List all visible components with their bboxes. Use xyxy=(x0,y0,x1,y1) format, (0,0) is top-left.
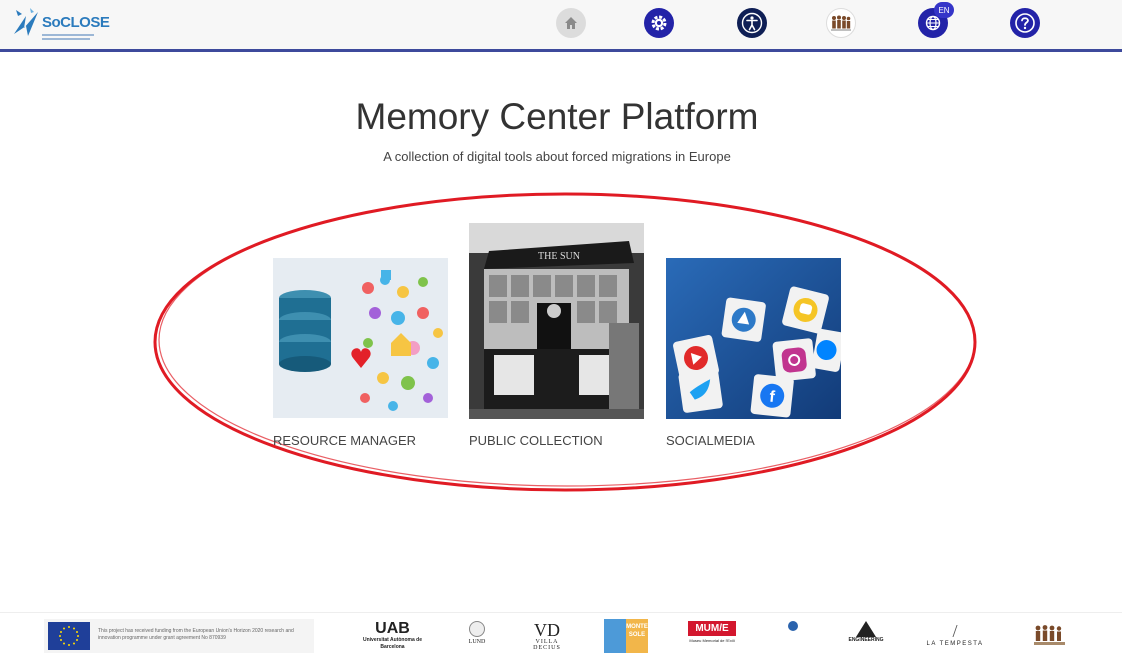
villa-decius-logo[interactable]: VD VILLA DECIUS xyxy=(525,621,569,651)
logo-tagline-line xyxy=(42,38,90,40)
funding-text: This project has received funding from t… xyxy=(98,628,294,641)
card-label[interactable]: PUBLIC COLLECTION xyxy=(469,433,603,448)
tempesta-logo-name: LA TEMPESTA xyxy=(926,641,984,647)
partner-dot-icon xyxy=(788,621,798,631)
mume-logo-name: Museu Memorial de l'Exili xyxy=(689,638,735,643)
mume-logo-mark: MUM/E xyxy=(688,621,736,636)
home-icon xyxy=(565,17,577,29)
public-collection-image[interactable]: THE SUN xyxy=(469,223,644,419)
eu-flag-icon xyxy=(48,622,90,650)
top-navbar: SoCLOSE EN xyxy=(0,0,1122,52)
community-button[interactable] xyxy=(826,8,856,38)
logo-text: SoCLOSE xyxy=(42,14,110,31)
people-icon xyxy=(831,15,851,31)
lund-seal-icon xyxy=(469,621,485,637)
engineering-logo-name: ENGINEERING xyxy=(848,637,884,643)
logo-tagline-line xyxy=(42,34,94,36)
help-button[interactable] xyxy=(1010,8,1040,38)
lund-logo-name: LUND xyxy=(468,639,486,645)
eu-stars-icon xyxy=(59,626,79,646)
newsstand-image: THE SUN xyxy=(469,223,644,419)
language-badge: EN xyxy=(934,2,954,18)
monte-sole-logo[interactable]: MONTE SOLE xyxy=(604,619,648,653)
mume-logo[interactable]: MUM/E Museu Memorial de l'Exili xyxy=(688,621,736,643)
accessibility-button[interactable] xyxy=(737,8,767,38)
engineering-triangle-icon xyxy=(856,621,876,637)
card-label[interactable]: RESOURCE MANAGER xyxy=(273,433,416,448)
vd-logo-mark: VD xyxy=(534,620,560,640)
monte-sole-name: MONTE SOLE xyxy=(626,619,648,653)
monte-sole-icon xyxy=(604,619,626,653)
page-subtitle: A collection of digital tools about forc… xyxy=(383,149,731,164)
resource-manager-image[interactable] xyxy=(273,258,448,418)
home-button[interactable] xyxy=(556,8,586,38)
gear-icon xyxy=(651,15,667,31)
uab-logo[interactable]: UAB Universitat Autònoma de Barcelona xyxy=(355,621,430,651)
people-icon xyxy=(1034,625,1065,645)
uab-logo-name: Universitat Autònoma de Barcelona xyxy=(363,637,422,650)
svg-text:THE SUN: THE SUN xyxy=(538,251,580,262)
card-label[interactable]: SOCIALMEDIA xyxy=(666,433,755,448)
soclose-logo[interactable]: SoCLOSE xyxy=(12,4,110,46)
bird-icon xyxy=(14,8,38,36)
vd-logo-name: VILLA DECIUS xyxy=(533,639,561,651)
social-cubes-image: f xyxy=(666,258,841,419)
engineering-logo[interactable]: ENGINEERING xyxy=(846,621,886,643)
partner-logo[interactable] xyxy=(778,621,808,631)
page-title: Memory Center Platform xyxy=(355,96,759,137)
lund-logo[interactable]: LUND xyxy=(460,621,494,645)
socialmedia-image[interactable]: f xyxy=(666,258,841,419)
la-tempesta-logo[interactable]: / LA TEMPESTA xyxy=(924,621,986,647)
partners-footer: This project has received funding from t… xyxy=(0,612,1122,657)
eu-funding-block: This project has received funding from t… xyxy=(44,619,314,653)
settings-button[interactable] xyxy=(644,8,674,38)
question-icon xyxy=(1015,13,1035,33)
tempesta-slash-icon: / xyxy=(952,621,958,641)
database-icon xyxy=(273,258,448,418)
community-logo[interactable] xyxy=(1032,623,1068,647)
uab-logo-mark: UAB xyxy=(375,620,410,637)
accessibility-icon xyxy=(741,12,763,34)
